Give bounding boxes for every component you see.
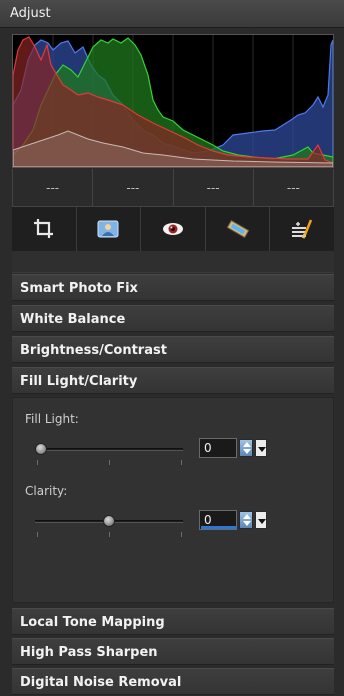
red-eye-icon bbox=[162, 223, 183, 235]
straighten-icon bbox=[226, 219, 249, 239]
readout-4: --- bbox=[286, 181, 300, 195]
clarity-focus-underline bbox=[201, 526, 237, 529]
red-eye-tool-button[interactable] bbox=[141, 207, 206, 251]
fill-light-tick bbox=[37, 460, 38, 465]
histogram-readouts: --- --- --- --- bbox=[12, 169, 334, 207]
section-brightness-contrast[interactable]: Brightness/Contrast bbox=[12, 336, 334, 363]
histogram bbox=[12, 34, 334, 168]
makeover-icon bbox=[292, 219, 313, 239]
fill-light-label: Fill Light: bbox=[25, 412, 79, 426]
section-digital-noise-removal[interactable]: Digital Noise Removal bbox=[12, 668, 334, 695]
clarity-dropdown[interactable] bbox=[255, 511, 267, 529]
section-smart-photo-fix[interactable]: Smart Photo Fix bbox=[12, 274, 334, 301]
section-fill-light-clarity[interactable]: Fill Light/Clarity bbox=[12, 367, 334, 394]
clarity-slider-thumb[interactable] bbox=[103, 515, 115, 527]
clarity-tick bbox=[37, 532, 38, 537]
panel-title: Adjust bbox=[0, 0, 344, 28]
section-white-balance[interactable]: White Balance bbox=[12, 305, 334, 332]
readout-2: --- bbox=[93, 169, 174, 206]
readout-3: --- bbox=[174, 169, 254, 206]
readout-1: --- bbox=[13, 169, 94, 206]
fill-light-clarity-panel: Fill Light: 0 Clarity: 0 bbox=[12, 397, 334, 603]
photo-fix-tool-button[interactable] bbox=[77, 207, 142, 251]
fill-light-spinner[interactable] bbox=[239, 439, 253, 457]
fill-light-dropdown[interactable] bbox=[255, 439, 267, 457]
fill-light-slider-thumb[interactable] bbox=[35, 443, 47, 455]
fill-light-tick bbox=[181, 460, 182, 465]
fill-light-tick bbox=[109, 460, 110, 465]
clarity-tick bbox=[181, 532, 182, 537]
straighten-tool-button[interactable] bbox=[206, 207, 271, 251]
photo-fix-icon bbox=[97, 220, 119, 238]
toolbar-spacer bbox=[12, 251, 334, 273]
crop-tool-button[interactable] bbox=[12, 207, 77, 251]
clarity-spinner[interactable] bbox=[239, 511, 253, 529]
adjust-toolbar bbox=[12, 207, 334, 251]
histogram-graph bbox=[13, 35, 333, 167]
section-local-tone-mapping[interactable]: Local Tone Mapping bbox=[12, 608, 334, 635]
clarity-tick bbox=[109, 532, 110, 537]
fill-light-value-input[interactable]: 0 bbox=[199, 438, 237, 458]
fill-light-slider[interactable] bbox=[35, 448, 183, 451]
clarity-label: Clarity: bbox=[25, 484, 68, 498]
section-high-pass-sharpen[interactable]: High Pass Sharpen bbox=[12, 638, 334, 665]
crop-icon bbox=[33, 219, 53, 238]
makeover-tool-button[interactable] bbox=[270, 207, 334, 251]
